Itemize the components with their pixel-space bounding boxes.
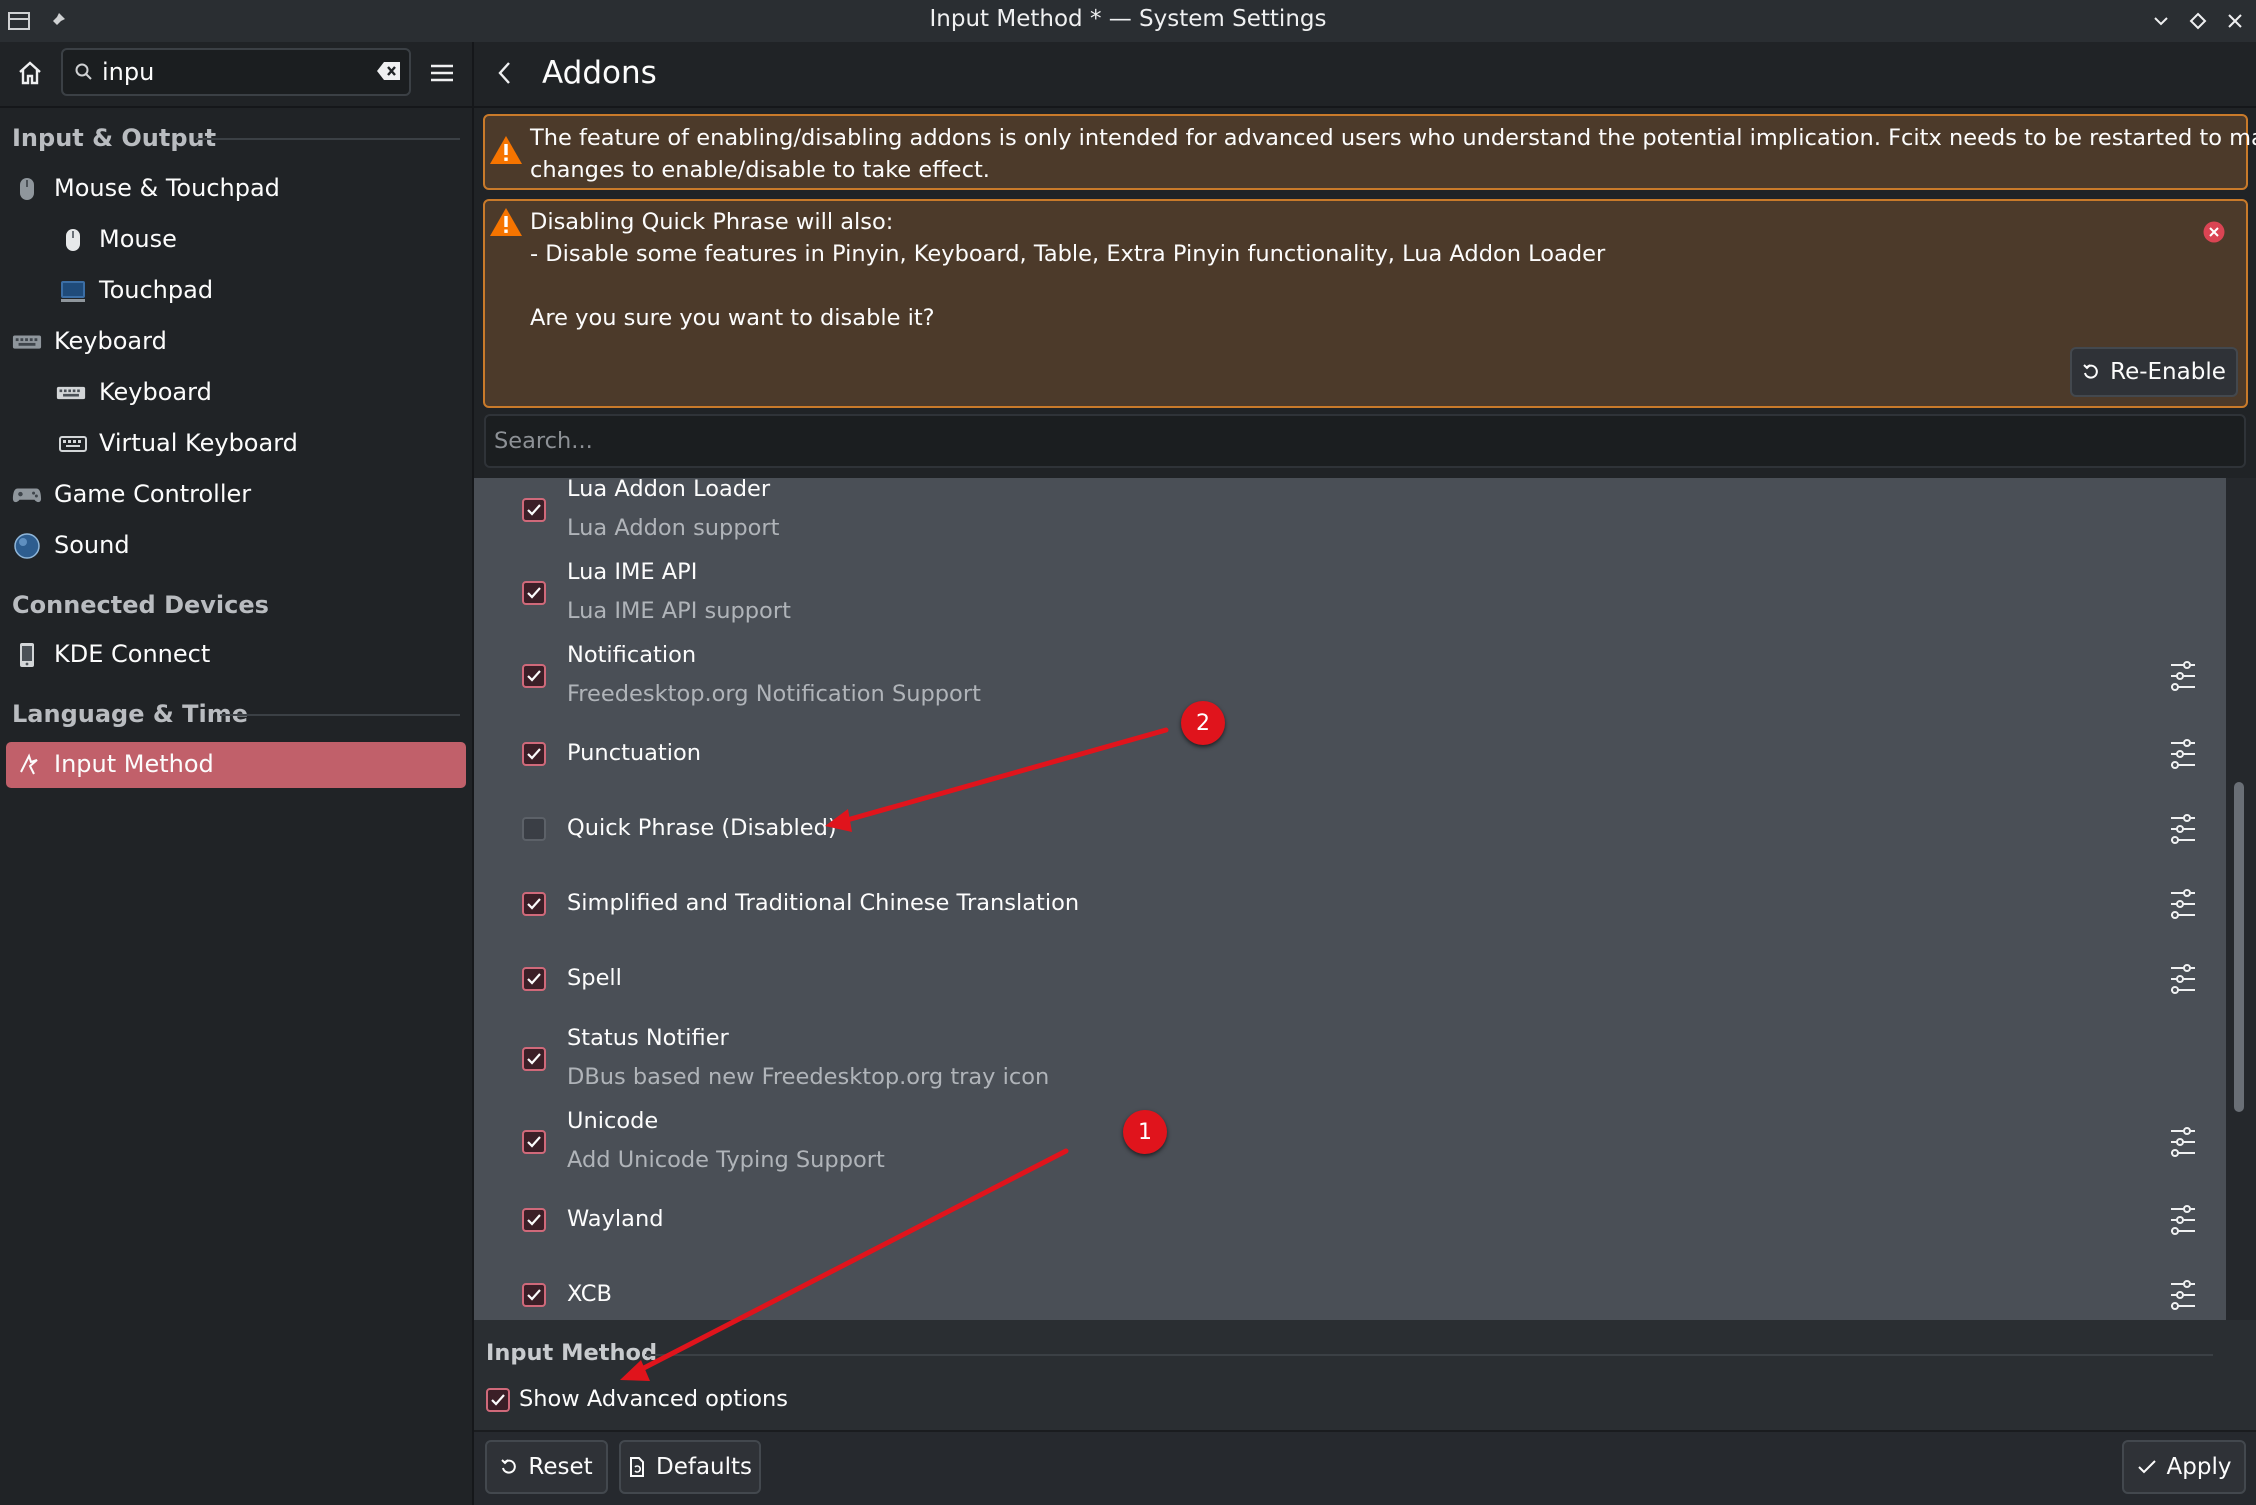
annotation-badge-1: 1 <box>1123 1110 1167 1154</box>
annotation-arrowhead-2 <box>825 809 852 832</box>
annotation-arrow-1 <box>633 1148 1069 1375</box>
annotation-arrow-2 <box>837 727 1169 825</box>
annotation-arrowhead-1 <box>620 1360 650 1381</box>
annotation-badge-2: 2 <box>1181 701 1225 745</box>
annotation-arrows <box>620 727 1169 1381</box>
